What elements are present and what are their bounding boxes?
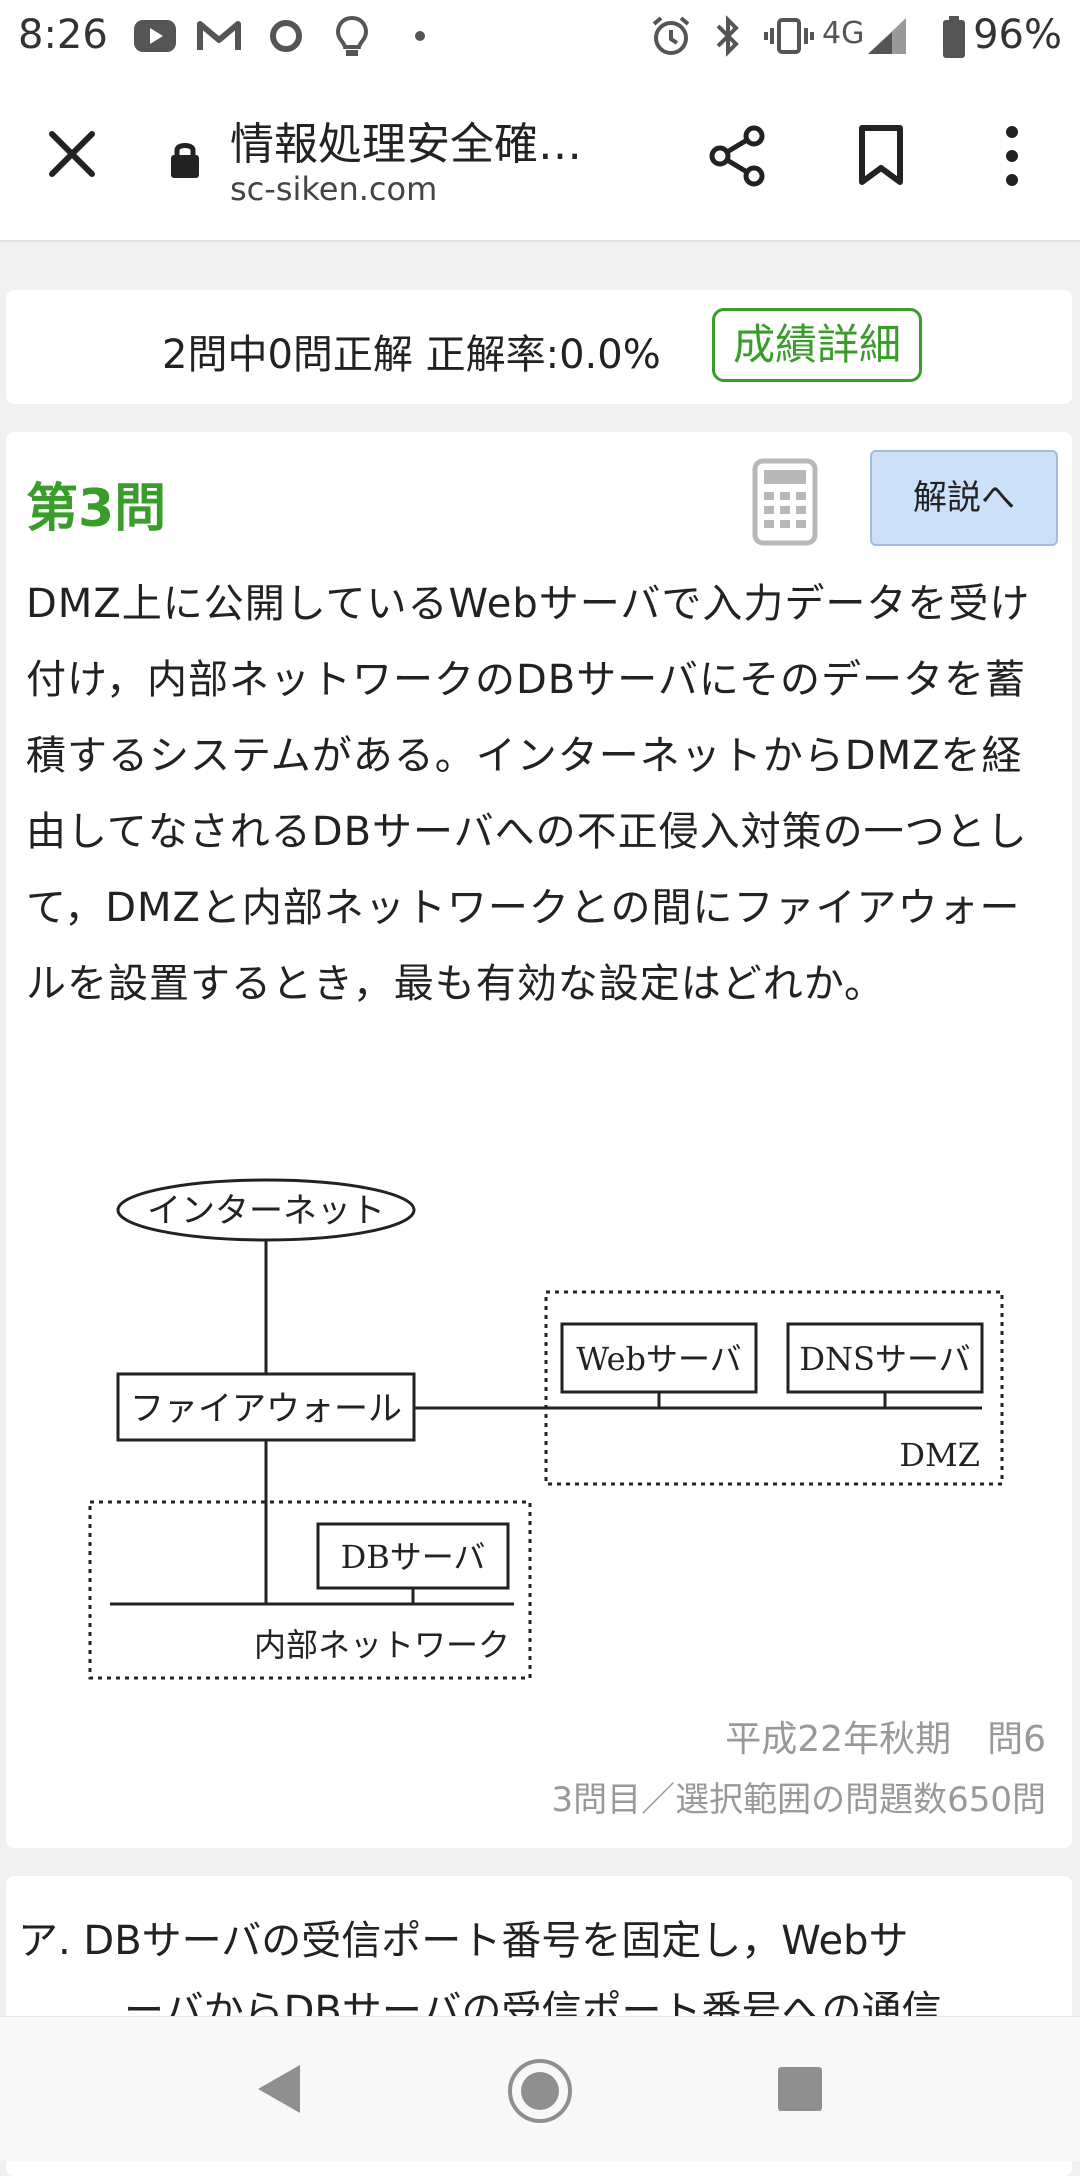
youtube-icon bbox=[134, 20, 176, 52]
calculator-icon[interactable] bbox=[752, 458, 818, 546]
close-icon[interactable] bbox=[44, 126, 100, 182]
gmail-icon bbox=[197, 21, 241, 50]
explanation-button[interactable]: 解説へ bbox=[870, 450, 1058, 546]
lightbulb-icon bbox=[335, 15, 369, 56]
navigation-bar bbox=[0, 2016, 1080, 2161]
web-server-label: Webサーバ bbox=[576, 1340, 741, 1378]
answer-option-a[interactable]: ア. DBサーバの受信ポート番号を固定し，Webサ bbox=[18, 1906, 908, 1976]
circle-icon bbox=[270, 20, 302, 52]
question-number: 第3問 bbox=[26, 479, 167, 539]
lock-icon bbox=[171, 143, 199, 178]
network-type: 4G bbox=[822, 16, 865, 51]
question-source: 平成22年秋期 問6 bbox=[725, 1719, 1046, 1760]
network-diagram: インターネット ファイアウォール Webサーバ DNSサーバ DMZ DBサーバ… bbox=[88, 1178, 1004, 1680]
score-card: 2問中0問正解 正解率:0.0% 成績詳細 bbox=[6, 290, 1072, 404]
question-text: DMZ上に公開しているWebサーバで入力データを受け付け，内部ネットワークのDB… bbox=[26, 581, 1031, 1007]
question-meta: 3問目／選択範囲の問題数650問 bbox=[551, 1780, 1046, 1820]
dot-icon bbox=[415, 31, 425, 41]
battery-icon bbox=[943, 16, 965, 58]
home-icon[interactable] bbox=[506, 2057, 574, 2125]
bluetooth-icon bbox=[716, 15, 739, 57]
alarm-icon bbox=[652, 16, 690, 55]
status-time: 8:26 bbox=[18, 12, 108, 58]
status-bar: 8:26 4G 96% bbox=[0, 0, 1080, 72]
bookmark-icon[interactable] bbox=[854, 122, 910, 190]
question-card: 第3問 解説へ DMZ上に公開しているWebサーバで入力データを受け付け，内部ネ… bbox=[6, 432, 1072, 1848]
vibrate-icon bbox=[764, 18, 814, 54]
page-url[interactable]: sc-siken.com bbox=[230, 170, 437, 208]
signal-icon bbox=[868, 18, 906, 54]
dns-server-label: DNSサーバ bbox=[799, 1340, 970, 1378]
back-icon[interactable] bbox=[254, 2061, 304, 2117]
internal-network-label: 内部ネットワーク bbox=[254, 1626, 510, 1664]
page-title: 情報処理安全確… bbox=[230, 119, 582, 170]
share-icon[interactable] bbox=[706, 124, 770, 188]
more-menu-icon[interactable] bbox=[1000, 122, 1024, 190]
recents-icon[interactable] bbox=[776, 2065, 824, 2113]
internet-label: インターネット bbox=[147, 1191, 385, 1231]
firewall-label: ファイアウォール bbox=[130, 1389, 402, 1429]
browser-toolbar: 情報処理安全確… sc-siken.com bbox=[0, 72, 1080, 242]
db-server-label: DBサーバ bbox=[341, 1538, 486, 1576]
dmz-label: DMZ bbox=[899, 1436, 980, 1474]
score-summary: 2問中0問正解 正解率:0.0% bbox=[162, 332, 661, 378]
battery-percent: 96% bbox=[973, 12, 1062, 58]
score-detail-button[interactable]: 成績詳細 bbox=[712, 308, 922, 382]
